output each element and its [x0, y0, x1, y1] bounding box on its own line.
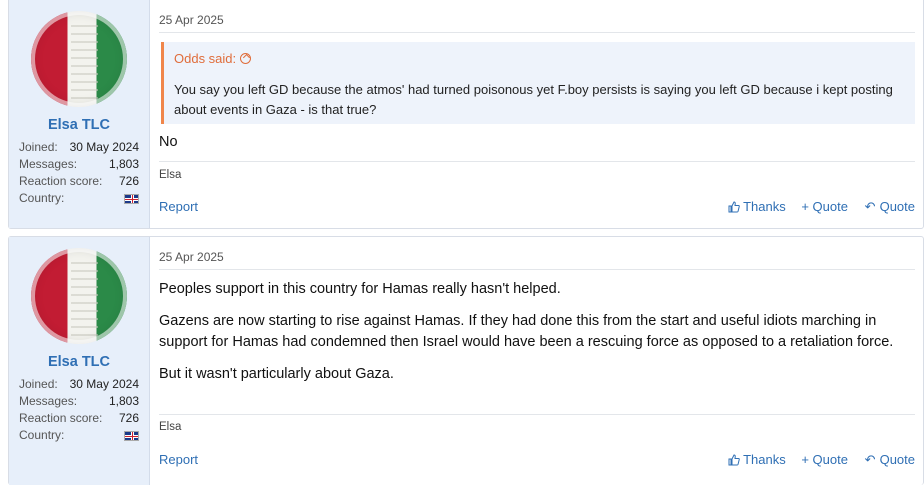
post-paragraph: Peoples support in this country for Hama… [159, 281, 561, 297]
thumbs-up-icon [728, 454, 740, 466]
post-date[interactable]: 25 Apr 2025 [159, 13, 224, 27]
thumbs-up-icon [728, 201, 740, 213]
divider [159, 32, 915, 33]
reply-icon: ↶ [864, 199, 876, 214]
reaction-score-value: 726 [118, 411, 139, 425]
quote-text: You say you left GD because the atmos' h… [174, 82, 893, 117]
thanks-label: Thanks [743, 199, 786, 214]
multi-quote-button[interactable]: + Quote [801, 452, 848, 467]
reply-quote-label: Quote [879, 452, 915, 467]
post-actions: Thanks + Quote ↶ Quote [716, 452, 915, 468]
country-label: Country: [19, 191, 65, 205]
post: Elsa TLC Joined: 30 May 2024 Messages: 1,8… [8, 236, 924, 485]
uk-flag-icon [124, 431, 139, 441]
messages-value[interactable]: 1,803 [109, 156, 139, 173]
country-label: Country: [19, 428, 65, 442]
joined-label: Joined: [19, 377, 58, 391]
thanks-button[interactable]: Thanks [728, 452, 786, 467]
avatar[interactable] [31, 248, 127, 344]
reply-quote-label: Quote [879, 199, 915, 214]
joined-value: 30 May 2024 [69, 377, 139, 391]
username[interactable]: Elsa TLC [9, 354, 149, 370]
divider [159, 161, 915, 162]
reaction-score-label: Reaction score: [19, 411, 103, 425]
post-main: 25 Apr 2025 Odds said: You say you left … [159, 0, 923, 228]
post-paragraph: But it wasn't particularly about Gaza. [159, 366, 394, 382]
signature: Elsa [159, 421, 182, 433]
username[interactable]: Elsa TLC [9, 117, 149, 133]
messages-value[interactable]: 1,803 [109, 393, 139, 410]
thanks-label: Thanks [743, 452, 786, 467]
post-body: Peoples support in this country for Hama… [159, 279, 915, 385]
quote-block: Odds said: You say you left GD because t… [161, 42, 915, 124]
divider [159, 414, 915, 415]
avatar[interactable] [31, 11, 127, 107]
reaction-score-value: 726 [118, 174, 139, 188]
thanks-button[interactable]: Thanks [728, 199, 786, 214]
signature: Elsa [159, 169, 182, 181]
post-main: 25 Apr 2025 Peoples support in this coun… [159, 237, 923, 485]
post-paragraph: Gazens are now starting to rise against … [159, 313, 894, 350]
arrow-up-circle-icon[interactable] [240, 53, 252, 64]
reply-icon: ↶ [864, 452, 876, 467]
post-paragraph: No [159, 134, 178, 150]
user-stats: Joined: 30 May 2024 Messages: 1,803 Reacti… [19, 139, 139, 207]
post-actions: Thanks + Quote ↶ Quote [716, 199, 915, 215]
messages-label: Messages: [19, 157, 78, 171]
user-stats: Joined: 30 May 2024 Messages: 1,803 Reacti… [19, 376, 139, 444]
divider [159, 269, 915, 270]
report-link[interactable]: Report [159, 452, 198, 467]
joined-value: 30 May 2024 [69, 140, 139, 154]
quote-author[interactable]: Odds said: [174, 51, 252, 66]
post-body: No [159, 132, 915, 153]
quote-author-label: Odds said: [174, 51, 237, 66]
user-info-panel: Elsa TLC Joined: 30 May 2024 Messages: 1,8… [9, 0, 150, 228]
joined-label: Joined: [19, 140, 58, 154]
post-date[interactable]: 25 Apr 2025 [159, 250, 224, 264]
post: Elsa TLC Joined: 30 May 2024 Messages: 1,8… [8, 0, 924, 229]
reply-quote-button[interactable]: ↶ Quote [864, 452, 915, 468]
reaction-score-label: Reaction score: [19, 174, 103, 188]
messages-label: Messages: [19, 394, 78, 408]
reply-quote-button[interactable]: ↶ Quote [864, 199, 915, 215]
uk-flag-icon [124, 194, 139, 204]
user-info-panel: Elsa TLC Joined: 30 May 2024 Messages: 1,8… [9, 237, 150, 485]
multi-quote-button[interactable]: + Quote [801, 199, 848, 214]
report-link[interactable]: Report [159, 199, 198, 214]
